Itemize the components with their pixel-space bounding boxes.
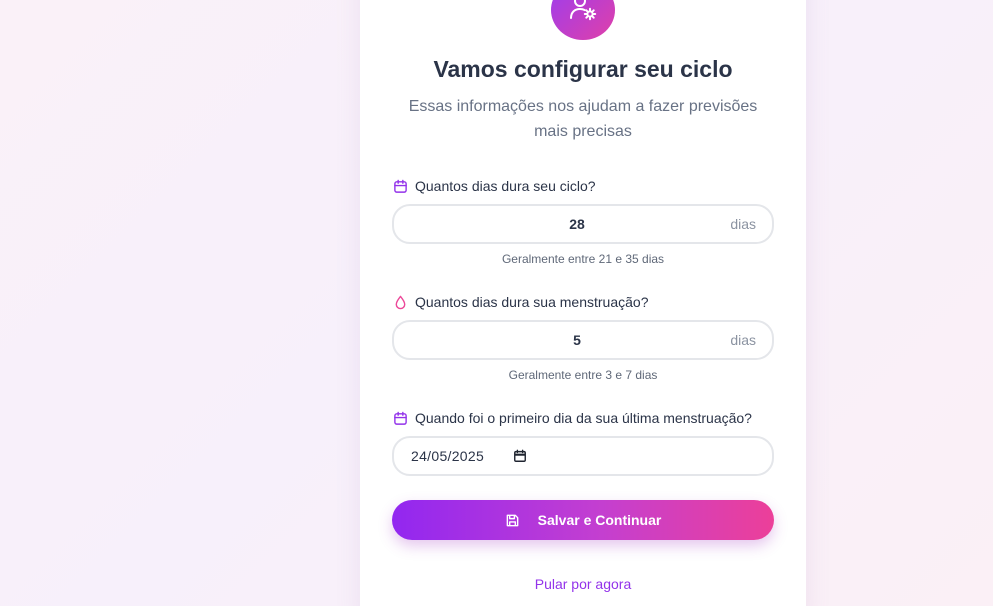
save-continue-button[interactable]: Salvar e Continuar (392, 500, 774, 540)
calendar-icon (392, 178, 408, 194)
droplet-icon (392, 294, 408, 310)
last-period-date-input[interactable]: 24/05/2025 (392, 436, 774, 476)
last-period-label: Quando foi o primeiro dia da sua última … (392, 410, 752, 426)
cycle-length-input[interactable]: 28 dias (392, 204, 774, 244)
period-length-hint: Geralmente entre 3 e 7 dias (508, 368, 658, 382)
cycle-length-value[interactable]: 28 (394, 206, 760, 242)
period-length-value[interactable]: 5 (394, 322, 760, 358)
page-title: Vamos configurar seu ciclo (433, 56, 733, 82)
user-gear-icon (567, 0, 599, 29)
calendar-picker-icon[interactable] (512, 448, 528, 464)
period-length-input[interactable]: 5 dias (392, 320, 774, 360)
period-length-label: Quantos dias dura sua menstruação? (392, 294, 648, 310)
skip-link[interactable]: Pular por agora (360, 576, 806, 592)
avatar (551, 0, 615, 40)
cycle-length-label: Quantos dias dura seu ciclo? (392, 178, 596, 194)
setup-card: Vamos configurar seu ciclo Essas informa… (360, 0, 806, 606)
period-length-label-text: Quantos dias dura sua menstruação? (415, 294, 649, 310)
save-icon (505, 512, 521, 528)
cycle-length-unit: dias (730, 216, 756, 232)
period-length-unit: dias (730, 332, 756, 348)
calendar-icon (392, 410, 408, 426)
last-period-date-value[interactable]: 24/05/2025 (411, 438, 484, 474)
page-subtitle: Essas informações nos ajudam a fazer pre… (408, 98, 758, 140)
save-continue-label: Salvar e Continuar (537, 512, 662, 528)
cycle-length-hint: Geralmente entre 21 e 35 dias (501, 252, 665, 266)
last-period-label-text: Quando foi o primeiro dia da sua última … (415, 410, 752, 426)
cycle-length-label-text: Quantos dias dura seu ciclo? (415, 178, 596, 194)
